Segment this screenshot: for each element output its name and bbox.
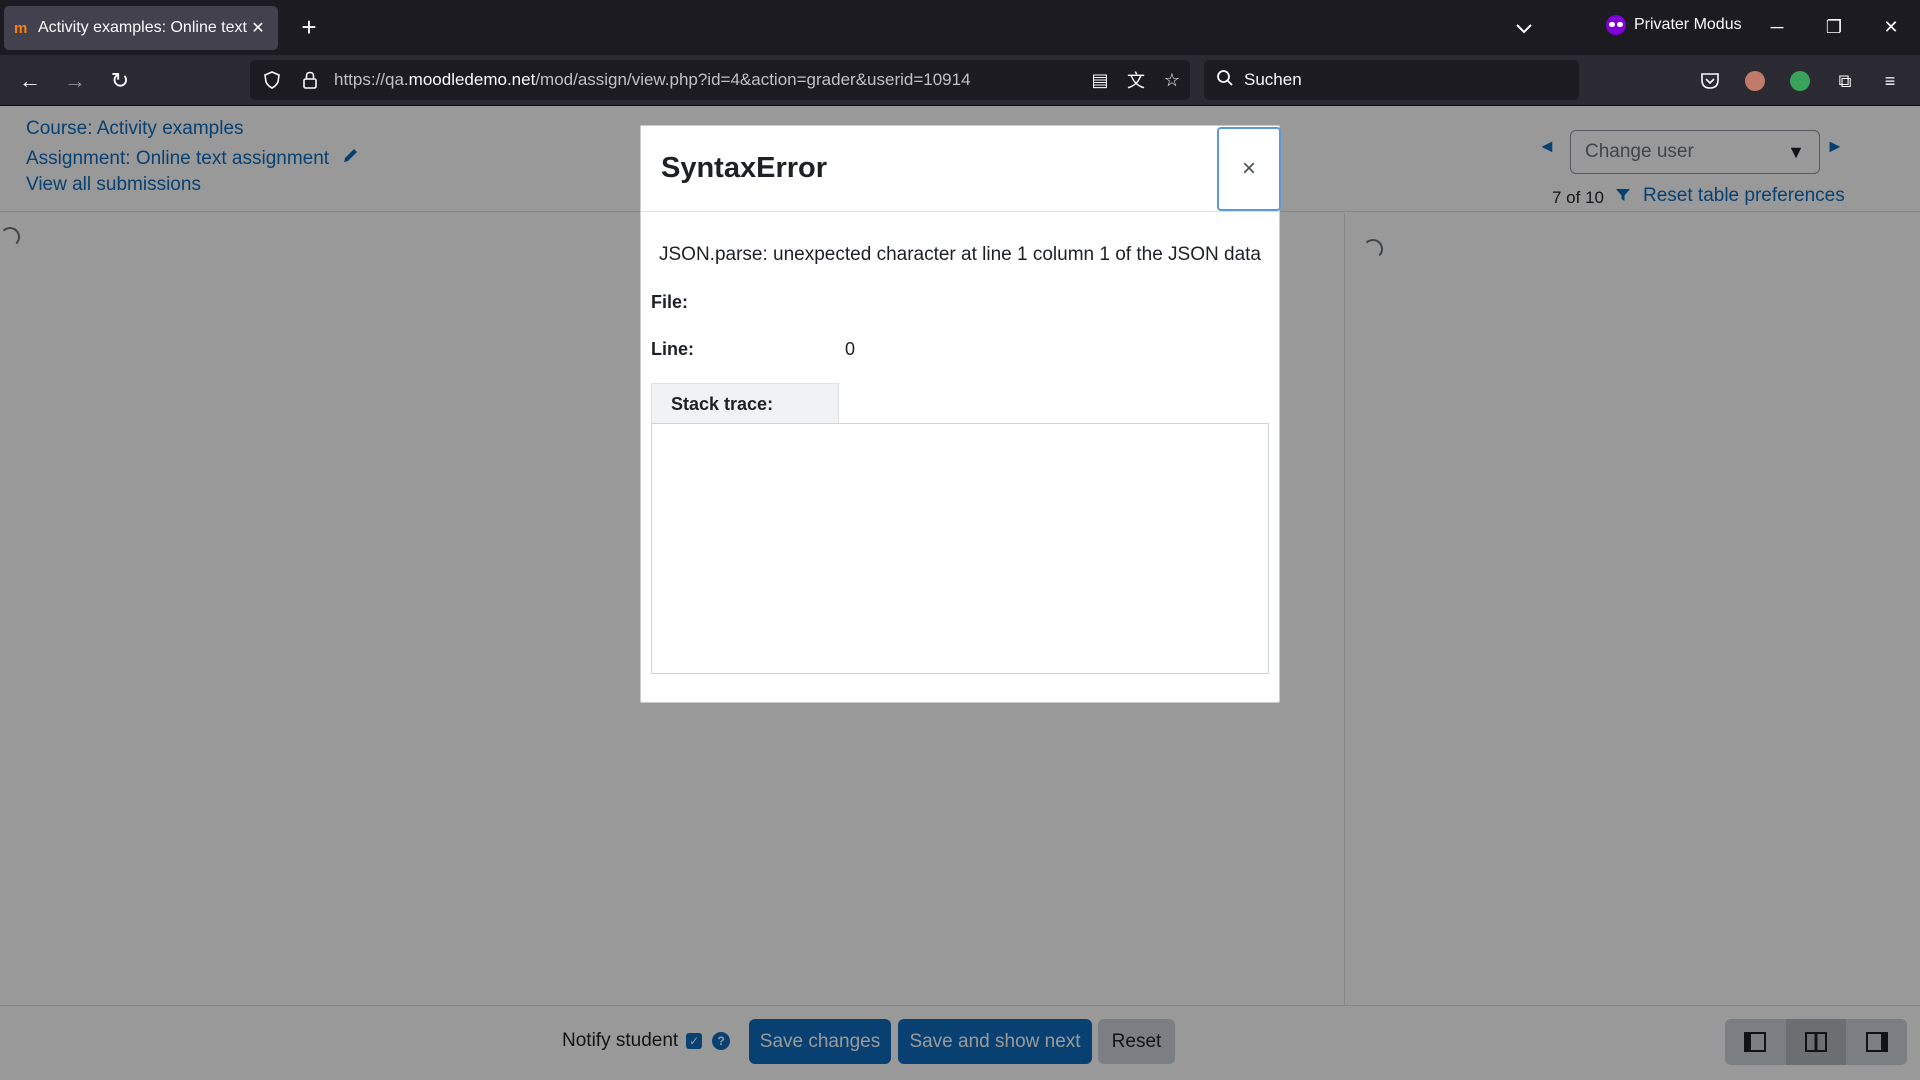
minimize-window-button[interactable]: ─ <box>1757 8 1797 46</box>
line-value: 0 <box>845 339 856 359</box>
search-placeholder: Suchen <box>1244 70 1302 89</box>
private-mode-indicator: Privater Modus <box>1606 15 1742 35</box>
extension-shield-icon[interactable] <box>1786 67 1814 95</box>
search-bar[interactable]: Suchen <box>1204 60 1579 100</box>
account-avatar-icon[interactable] <box>1741 67 1769 95</box>
browser-tab[interactable]: m Activity examples: Online text assignm… <box>4 6 278 50</box>
tab-list-chevron-icon[interactable] <box>1510 14 1538 42</box>
extensions-puzzle-icon[interactable]: ⧉ <box>1831 67 1859 95</box>
close-icon[interactable]: × <box>1217 127 1281 211</box>
moodle-favicon-icon: m <box>14 19 28 37</box>
new-tab-button[interactable]: + <box>293 12 325 44</box>
close-window-button[interactable]: ✕ <box>1871 8 1911 46</box>
private-mask-icon <box>1606 15 1626 35</box>
browser-nav-bar: ← → ↻ https://qa.moodledemo.net/mod/assi… <box>0 55 1920 106</box>
menu-hamburger-icon[interactable]: ≡ <box>1876 67 1904 95</box>
lock-icon[interactable] <box>294 64 326 96</box>
forward-arrow-icon[interactable]: → <box>60 67 90 95</box>
line-label: Line: <box>651 339 694 359</box>
translate-icon[interactable]: 文 <box>1118 62 1154 98</box>
reload-icon[interactable]: ↻ <box>105 67 135 95</box>
restore-window-button[interactable]: ❐ <box>1814 8 1854 46</box>
tab-title: Activity examples: Online text assignmen… <box>38 19 248 36</box>
search-icon <box>1216 69 1234 92</box>
bookmark-star-icon[interactable]: ☆ <box>1154 62 1190 98</box>
url-bar[interactable]: https://qa.moodledemo.net/mod/assign/vie… <box>250 60 1190 100</box>
dialog-header: SyntaxError × <box>641 126 1281 212</box>
private-mode-label: Privater Modus <box>1634 16 1742 33</box>
shield-icon[interactable] <box>256 64 288 96</box>
stack-trace-label: Stack trace: <box>651 383 839 424</box>
syntax-error-dialog: SyntaxError × JSON.parse: unexpected cha… <box>640 125 1281 703</box>
url-text[interactable]: https://qa.moodledemo.net/mod/assign/vie… <box>334 70 1082 90</box>
dialog-title: SyntaxError <box>661 152 828 184</box>
back-arrow-icon[interactable]: ← <box>15 67 45 95</box>
reader-view-icon[interactable]: ▤ <box>1082 62 1118 98</box>
pocket-icon[interactable] <box>1696 67 1724 95</box>
browser-tab-bar: m Activity examples: Online text assignm… <box>0 0 1920 55</box>
file-label: File: <box>651 292 689 312</box>
close-tab-icon[interactable]: ✕ <box>248 18 268 38</box>
error-message: JSON.parse: unexpected character at line… <box>659 244 1261 265</box>
stack-trace-box[interactable] <box>651 423 1269 674</box>
